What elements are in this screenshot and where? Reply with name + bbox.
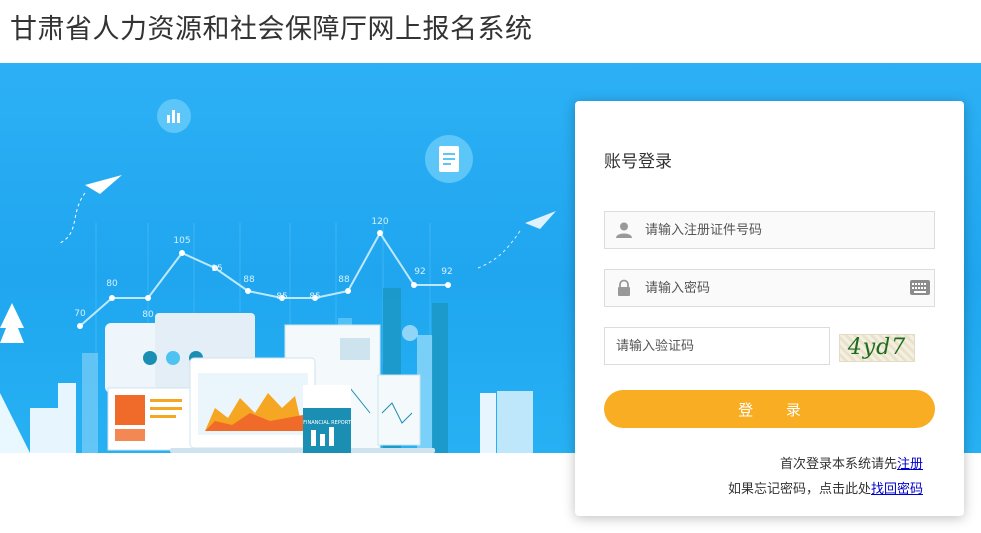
captcha-image[interactable]: 4yd7 (839, 334, 915, 362)
register-hint: 首次登录本系统请先注册 (780, 453, 923, 472)
chart-label: 88 (243, 275, 255, 285)
login-button[interactable]: 登 录 (604, 390, 935, 428)
paper-plane-icon (59, 175, 556, 269)
captcha-input[interactable] (605, 328, 829, 364)
chart-label: 92 (414, 267, 425, 277)
username-input[interactable] (605, 212, 934, 248)
chart-label: 105 (173, 236, 190, 246)
bar-chart-icon (157, 99, 191, 133)
chart-label: 88 (338, 275, 350, 285)
forgot-prompt: 如果忘记密码，点击此处 (727, 482, 871, 497)
chart-label: 120 (371, 217, 388, 227)
chart-label: 80 (106, 279, 118, 289)
register-link[interactable]: 注册 (897, 457, 923, 472)
register-prompt: 首次登录本系统请先 (779, 457, 897, 472)
password-input[interactable] (605, 270, 934, 306)
chart-label: 85 (309, 292, 320, 302)
chart-label: 85 (276, 292, 287, 302)
chart-label: 80 (142, 310, 154, 320)
page-header: 甘肃省人力资源和社会保障厅网上报名系统 (0, 0, 981, 63)
document-icon (425, 135, 473, 183)
chart-label: 95 (211, 264, 222, 274)
login-title: 账号登录 (604, 152, 672, 172)
financial-report: FINANCIAL REPORT (303, 385, 352, 453)
chart-label: 70 (74, 309, 86, 319)
password-field[interactable] (604, 269, 935, 307)
site-title: 甘肃省人力资源和社会保障厅网上报名系统 (10, 14, 533, 45)
captcha-field[interactable] (604, 327, 830, 365)
keyboard-icon[interactable] (910, 280, 930, 295)
chart-label: 92 (441, 267, 452, 277)
forgot-password-hint: 如果忘记密码，点击此处找回密码 (728, 478, 923, 497)
login-card: 账号登录 4yd7 登 录 (575, 101, 964, 516)
report-cover-label: FINANCIAL REPORT (303, 420, 352, 426)
username-field[interactable] (604, 211, 935, 249)
forgot-password-link[interactable]: 找回密码 (871, 482, 923, 497)
